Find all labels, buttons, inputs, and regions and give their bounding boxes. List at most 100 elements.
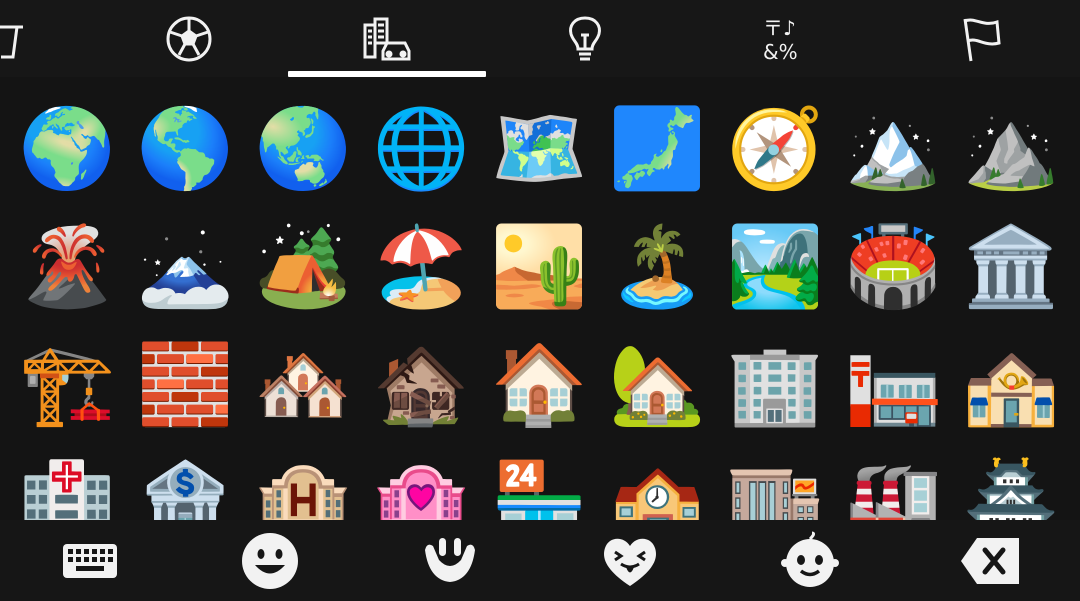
flag-icon — [963, 18, 1001, 61]
emoji-key[interactable]: 🏠 — [480, 326, 598, 444]
emoji-glyph: 🏯 — [962, 458, 1060, 520]
baby-face-icon — [781, 531, 839, 587]
category-tab-objects[interactable] — [486, 0, 684, 77]
emoji-key[interactable]: 🏞️ — [716, 208, 834, 326]
emoji-glyph: 🏝️ — [608, 222, 706, 312]
emoji-key[interactable]: 🏯 — [952, 444, 1070, 520]
emoji-glyph: 🏫 — [608, 458, 706, 520]
emoji-key[interactable]: 🗺️ — [480, 90, 598, 208]
emoji-glyph: ⛰️ — [962, 104, 1060, 194]
emoji-key[interactable]: 🏗️ — [8, 326, 126, 444]
emoji-glyph: 🧱 — [136, 340, 234, 430]
emoji-key[interactable]: 🏥 — [8, 444, 126, 520]
backspace-icon — [961, 537, 1019, 584]
emoji-category-bar: 〒♪ &% — [0, 0, 1080, 77]
emoji-glyph: 🏗️ — [18, 340, 116, 430]
emoji-glyph: 🏦 — [136, 458, 234, 520]
emoji-key[interactable]: 🏪 — [480, 444, 598, 520]
emoji-key[interactable]: 🌋 — [8, 208, 126, 326]
emoji-glyph: 🌍 — [18, 104, 116, 194]
buildings-car-icon — [363, 17, 411, 60]
emoji-glyph: 🗾 — [608, 104, 706, 194]
emoji-key[interactable]: 🏬 — [716, 444, 834, 520]
emoji-key[interactable]: 🗾 — [598, 90, 716, 208]
backspace-button[interactable] — [910, 520, 1070, 601]
emoji-glyph: 🏤 — [962, 340, 1060, 430]
emoji-glyph: 🏩 — [372, 458, 470, 520]
emoji-key[interactable]: 🧱 — [126, 326, 244, 444]
emoji-glyph: 🗻 — [136, 222, 234, 312]
cup-icon — [0, 25, 23, 58]
emoji-key[interactable]: 🏣 — [834, 326, 952, 444]
emoji-glyph: 🏘️ — [254, 340, 352, 430]
emoji-key[interactable]: 🏫 — [598, 444, 716, 520]
emoji-key[interactable]: 🏦 — [126, 444, 244, 520]
svg-text:&%: &% — [763, 40, 798, 64]
category-tab-travel-places[interactable] — [288, 0, 486, 77]
emoji-glyph: 🏖️ — [372, 222, 470, 312]
emoji-key[interactable]: 🧭 — [716, 90, 834, 208]
emoji-glyph: 🏪 — [490, 458, 588, 520]
emoji-key[interactable]: ⛰️ — [952, 90, 1070, 208]
emoji-mode-button[interactable] — [190, 520, 350, 601]
emoji-key[interactable]: 🏜️ — [480, 208, 598, 326]
keyboard-bottom-bar — [0, 520, 1080, 601]
hand-gesture-icon — [425, 537, 475, 582]
emoji-key[interactable]: 🏖️ — [362, 208, 480, 326]
emoji-glyph: 🗺️ — [490, 104, 588, 194]
emoji-glyph: 🏡 — [608, 340, 706, 430]
emoji-glyph: 🌋 — [18, 222, 116, 312]
emoji-key[interactable]: 🏘️ — [244, 326, 362, 444]
emoji-key[interactable]: 🏩 — [362, 444, 480, 520]
emoticon-mode-button[interactable] — [550, 520, 710, 601]
switch-keyboard-button[interactable] — [10, 520, 170, 601]
emoji-glyph: 🏢 — [726, 340, 824, 430]
emoji-glyph: 🏨 — [254, 458, 352, 520]
symbols-icon: 〒♪ &% — [763, 16, 798, 64]
smiley-icon — [242, 532, 298, 589]
emoji-key[interactable]: 🏚️ — [362, 326, 480, 444]
category-tab-flags[interactable] — [882, 0, 1080, 77]
selected-tab-indicator — [288, 71, 486, 77]
emoji-key[interactable]: 🌐 — [362, 90, 480, 208]
category-tab-symbols[interactable]: 〒♪ &% — [684, 0, 882, 77]
emoji-key[interactable]: 🏤 — [952, 326, 1070, 444]
lightbulb-icon — [569, 15, 601, 60]
category-tab-activity[interactable] — [90, 0, 288, 77]
emoji-key[interactable]: 🏭 — [834, 444, 952, 520]
emoji-glyph: 🌎 — [136, 104, 234, 194]
emoji-glyph: 🏣 — [844, 340, 942, 430]
emoji-key[interactable]: 🏨 — [244, 444, 362, 520]
emoji-glyph: 🏬 — [726, 458, 824, 520]
emoji-key[interactable]: 🏢 — [716, 326, 834, 444]
emoji-glyph: 🏞️ — [726, 222, 824, 312]
emoji-key[interactable]: 🏡 — [598, 326, 716, 444]
emoji-glyph: 🏟️ — [844, 222, 942, 312]
emoji-glyph: 🌏 — [254, 104, 352, 194]
emoji-glyph: 🏜️ — [490, 222, 588, 312]
gesture-mode-button[interactable] — [370, 520, 530, 601]
heart-face-icon — [604, 538, 656, 586]
emoji-glyph: 🧭 — [726, 104, 824, 194]
emoji-key[interactable]: 🌏 — [244, 90, 362, 208]
emoji-glyph: 🏚️ — [372, 340, 470, 430]
emoji-glyph: 🏥 — [18, 458, 116, 520]
emoji-key[interactable]: 🌎 — [126, 90, 244, 208]
emoji-key[interactable]: 🏕️ — [244, 208, 362, 326]
emoji-glyph: 🏔️ — [844, 104, 942, 194]
emoji-key[interactable]: 🌍 — [8, 90, 126, 208]
emoji-key[interactable]: 🏝️ — [598, 208, 716, 326]
emoji-glyph: 🏠 — [490, 340, 588, 430]
emoji-key[interactable]: 🏛️ — [952, 208, 1070, 326]
emoji-glyph: 🏭 — [844, 458, 942, 520]
emoji-glyph: 🌐 — [372, 104, 470, 194]
emoji-glyph: 🏕️ — [254, 222, 352, 312]
kaomoji-mode-button[interactable] — [730, 520, 890, 601]
emoji-key[interactable]: 🗻 — [126, 208, 244, 326]
keyboard-icon — [63, 543, 117, 578]
emoji-key[interactable]: 🏔️ — [834, 90, 952, 208]
emoji-grid: 🌍 🌎 🌏 🌐 🗺️ 🗾 🧭 🏔️ ⛰️ 🌋 🗻 🏕️ 🏖️ 🏜️ 🏝️ 🏞️ 🏟️ 🏛️ 🏗️ 🧱 🏘️ 🏚️ 🏠 🏡 🏢 🏣 🏤… — [0, 86, 1080, 520]
emoji-glyph: 🏛️ — [962, 222, 1060, 312]
emoji-key[interactable]: 🏟️ — [834, 208, 952, 326]
svg-text:〒♪: 〒♪ — [763, 16, 796, 40]
